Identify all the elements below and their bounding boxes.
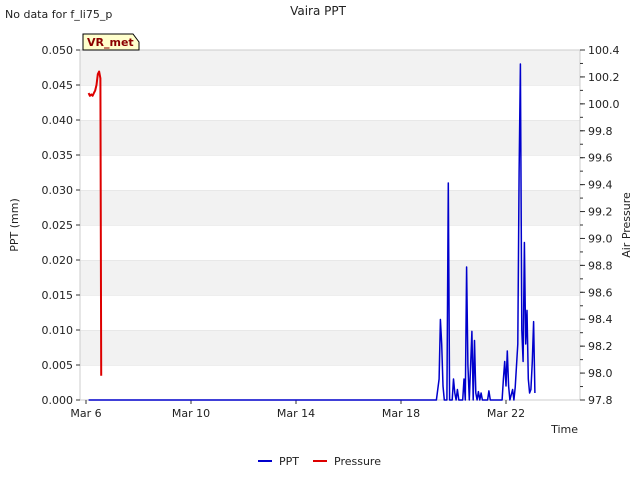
left-tick-label: 0.040	[42, 114, 74, 127]
x-axis-label: Time	[550, 423, 578, 436]
x-tick-label: Mar 10	[172, 407, 210, 420]
left-tick-label: 0.005	[42, 359, 74, 372]
grid-band	[80, 330, 580, 365]
x-tick-label: Mar 14	[277, 407, 315, 420]
vr-met-annotation: VR_met	[82, 33, 140, 51]
legend-label-ppt: PPT	[279, 455, 299, 468]
right-tick-label: 99.2	[588, 206, 613, 219]
right-axis-ticks: 97.8 98.0 98.2 98.4 98.6 98.8 99.0 99.2 99.4 99.6…	[580, 44, 620, 407]
left-tick-label: 0.000	[42, 394, 74, 407]
legend-label-pressure: Pressure	[334, 455, 381, 468]
grid-band	[80, 50, 580, 85]
right-tick-label: 98.6	[588, 286, 613, 299]
right-tick-label: 100.2	[588, 71, 620, 84]
left-axis-ticks: 0.000 0.005 0.010 0.015 0.020 0.025 0.030 0.035…	[42, 44, 80, 407]
right-tick-label: 99.4	[588, 179, 613, 192]
left-tick-label: 0.045	[42, 79, 74, 92]
right-tick-label: 98.2	[588, 340, 613, 353]
right-tick-label: 98.8	[588, 259, 613, 272]
plot-background	[80, 49, 580, 400]
y-axis-label-left: PPT (mm)	[8, 198, 21, 252]
no-data-note: No data for f_li75_p	[5, 8, 112, 21]
x-tick-label: Mar 6	[70, 407, 101, 420]
right-tick-label: 100.4	[588, 44, 620, 57]
grid-band	[80, 225, 580, 260]
left-tick-label: 0.030	[42, 184, 74, 197]
x-tick-label: Mar 22	[487, 407, 525, 420]
right-tick-label: 99.6	[588, 152, 613, 165]
grid-band	[80, 190, 580, 225]
right-tick-label: 98.0	[588, 367, 613, 380]
right-tick-label: 100.0	[588, 98, 620, 111]
grid-band	[80, 260, 580, 295]
left-tick-label: 0.025	[42, 219, 74, 232]
right-tick-label: 99.8	[588, 125, 613, 138]
grid-band	[80, 85, 580, 120]
annotation-label: VR_met	[87, 36, 134, 49]
left-tick-label: 0.010	[42, 324, 74, 337]
grid-band	[80, 120, 580, 155]
y-axis-label-right: Air Pressure	[620, 192, 633, 258]
legend: PPT Pressure	[258, 455, 381, 468]
x-tick-label: Mar 18	[382, 407, 420, 420]
left-tick-label: 0.020	[42, 254, 74, 267]
right-tick-label: 97.8	[588, 394, 613, 407]
left-tick-label: 0.050	[42, 44, 74, 57]
right-tick-label: 99.0	[588, 232, 613, 245]
left-tick-label: 0.015	[42, 289, 74, 302]
chart: No data for f_li75_p Vaira PPT 0.0000.00…	[5, 4, 633, 468]
right-tick-label: 98.4	[588, 313, 613, 326]
chart-title: Vaira PPT	[290, 4, 347, 18]
grid-band	[80, 295, 580, 330]
grid-band	[80, 155, 580, 190]
x-axis-ticks: Mar 6 Mar 10 Mar 14 Mar 18 Mar 22	[70, 400, 525, 420]
left-tick-label: 0.035	[42, 149, 74, 162]
